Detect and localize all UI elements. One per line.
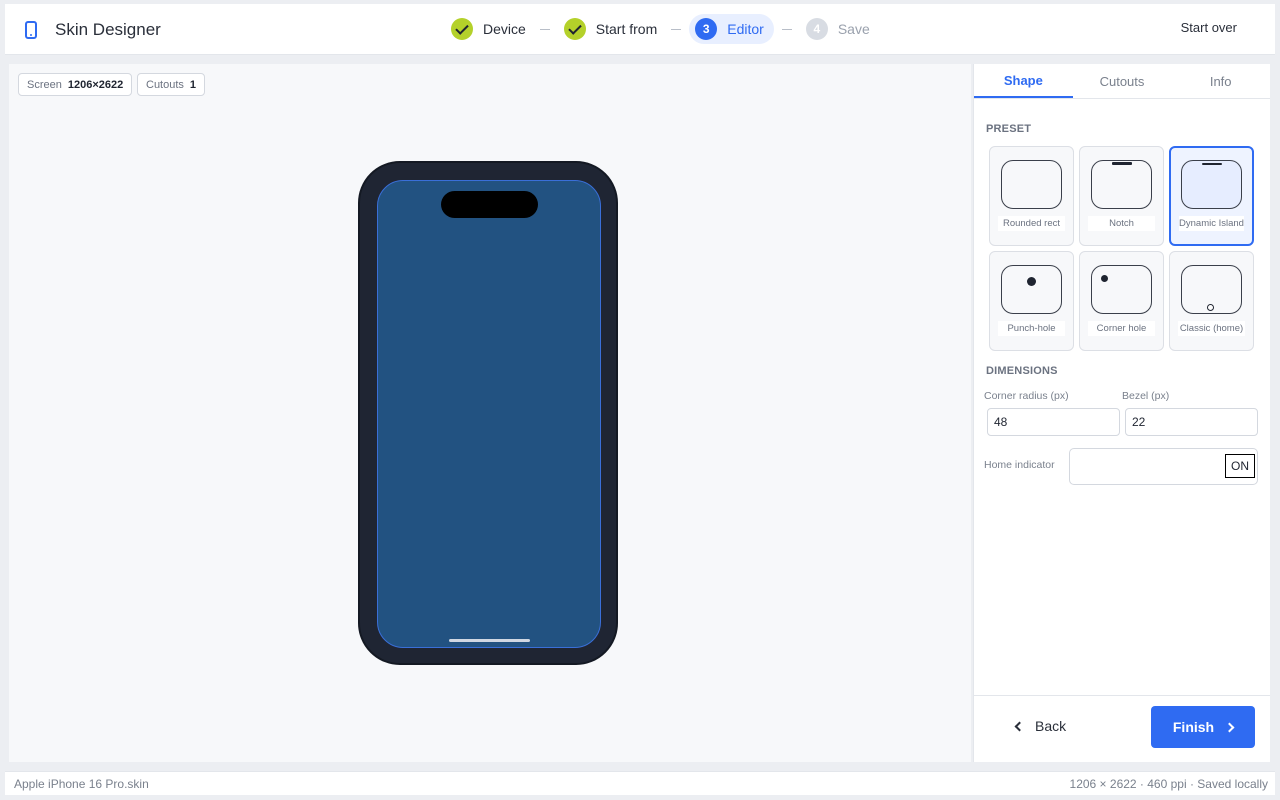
wizard-steps: Device Start from 3 Editor 4 Save xyxy=(445,14,876,44)
chip-value: 1 xyxy=(189,78,197,91)
preset-label: Classic (home) xyxy=(1178,321,1245,336)
phone-screen[interactable] xyxy=(377,180,601,648)
bezel-label: Bezel (px) xyxy=(1122,390,1170,402)
preset-grid: Rounded rect Notch Dynamic Island Punch-… xyxy=(989,146,1254,351)
start-over-button[interactable]: Start over xyxy=(1181,20,1237,35)
step-separator xyxy=(781,28,792,30)
corner-hole-thumbnail xyxy=(1091,265,1152,314)
bezel-input[interactable] xyxy=(1125,408,1258,436)
preset-classic-home[interactable]: Classic (home) xyxy=(1169,251,1254,351)
step-save[interactable]: 4 Save xyxy=(800,14,876,44)
status-file-name: Apple iPhone 16 Pro.skin xyxy=(14,777,149,791)
home-button-mark-icon xyxy=(1207,304,1214,311)
rounded-rect-thumbnail xyxy=(1001,160,1062,209)
preset-label: Rounded rect xyxy=(998,216,1065,231)
preset-label: Punch-hole xyxy=(998,321,1065,336)
cutouts-count-chip: Cutouts 1 xyxy=(137,73,206,96)
notch-mark-icon xyxy=(1112,162,1132,165)
preset-label: Corner hole xyxy=(1088,321,1155,336)
preset-rounded-rect[interactable]: Rounded rect xyxy=(989,146,1074,246)
status-bar: Apple iPhone 16 Pro.skin 1206 × 2622 · 4… xyxy=(5,771,1275,795)
punch-hole-thumbnail xyxy=(1001,265,1062,314)
classic-home-thumbnail xyxy=(1181,265,1242,314)
panel-tabs: Shape Cutouts Info xyxy=(974,64,1270,99)
tab-info[interactable]: Info xyxy=(1171,64,1270,98)
preset-dynamic-island[interactable]: Dynamic Island xyxy=(1169,146,1254,246)
tab-cutouts[interactable]: Cutouts xyxy=(1073,64,1172,98)
tab-shape[interactable]: Shape xyxy=(974,64,1073,98)
chevron-left-icon xyxy=(1014,721,1025,731)
finish-button[interactable]: Finish xyxy=(1151,706,1255,748)
punch-hole-mark-icon xyxy=(1027,277,1036,286)
step-device[interactable]: Device xyxy=(445,14,532,44)
app-header: Skin Designer Device Start from 3 Editor… xyxy=(5,4,1275,55)
home-indicator-field: ON xyxy=(1069,448,1258,485)
corner-radius-input[interactable] xyxy=(987,408,1120,436)
corner-hole-mark-icon xyxy=(1101,275,1108,282)
finish-label: Finish xyxy=(1172,719,1215,735)
preset-section-title: PRESET xyxy=(986,123,1032,135)
step-label: Save xyxy=(837,21,870,37)
back-button[interactable]: Back xyxy=(1014,718,1067,734)
brand: Skin Designer xyxy=(25,4,161,55)
app-title: Skin Designer xyxy=(55,19,161,39)
back-label: Back xyxy=(1035,718,1067,734)
status-info: 1206 × 2622 · 460 ppi · Saved locally xyxy=(1069,777,1268,791)
preset-punch-hole[interactable]: Punch-hole xyxy=(989,251,1074,351)
check-icon xyxy=(451,18,473,40)
check-icon xyxy=(563,18,586,40)
preset-notch[interactable]: Notch xyxy=(1079,146,1164,246)
preset-label: Dynamic Island xyxy=(1179,216,1244,231)
chip-label: Screen xyxy=(27,78,62,91)
chevron-right-icon xyxy=(1224,722,1235,732)
chip-value: 1206×2622 xyxy=(67,78,124,91)
dimensions-section-title: DIMENSIONS xyxy=(986,365,1058,377)
notch-thumbnail xyxy=(1091,160,1152,209)
step-number: 3 xyxy=(695,18,718,40)
step-separator xyxy=(671,28,682,30)
panel-footer: Back Finish xyxy=(974,695,1270,762)
editor-canvas[interactable]: Screen 1206×2622 Cutouts 1 xyxy=(9,64,971,762)
home-indicator-toggle[interactable]: ON xyxy=(1225,454,1255,478)
step-separator xyxy=(539,28,550,30)
corner-radius-label: Corner radius (px) xyxy=(984,390,1069,402)
step-label: Device xyxy=(483,21,526,37)
step-editor[interactable]: 3 Editor xyxy=(689,14,774,44)
home-indicator-label: Home indicator xyxy=(984,459,1055,471)
step-label: Start from xyxy=(595,21,658,37)
phone-preview[interactable] xyxy=(358,161,618,665)
preset-corner-hole[interactable]: Corner hole xyxy=(1079,251,1164,351)
home-indicator-bar xyxy=(449,639,530,642)
chip-label: Cutouts xyxy=(146,78,184,91)
preset-label: Notch xyxy=(1088,216,1155,231)
dynamic-island-thumbnail xyxy=(1181,160,1242,209)
step-number: 4 xyxy=(805,18,828,40)
step-label: Editor xyxy=(727,21,764,37)
phone-icon xyxy=(25,20,37,39)
step-start-from[interactable]: Start from xyxy=(558,14,663,44)
dynamic-island-cutout[interactable] xyxy=(441,191,538,218)
screen-size-chip: Screen 1206×2622 xyxy=(18,73,133,96)
properties-panel: Shape Cutouts Info PRESET Rounded rect N… xyxy=(973,64,1270,762)
island-mark-icon xyxy=(1202,163,1222,165)
